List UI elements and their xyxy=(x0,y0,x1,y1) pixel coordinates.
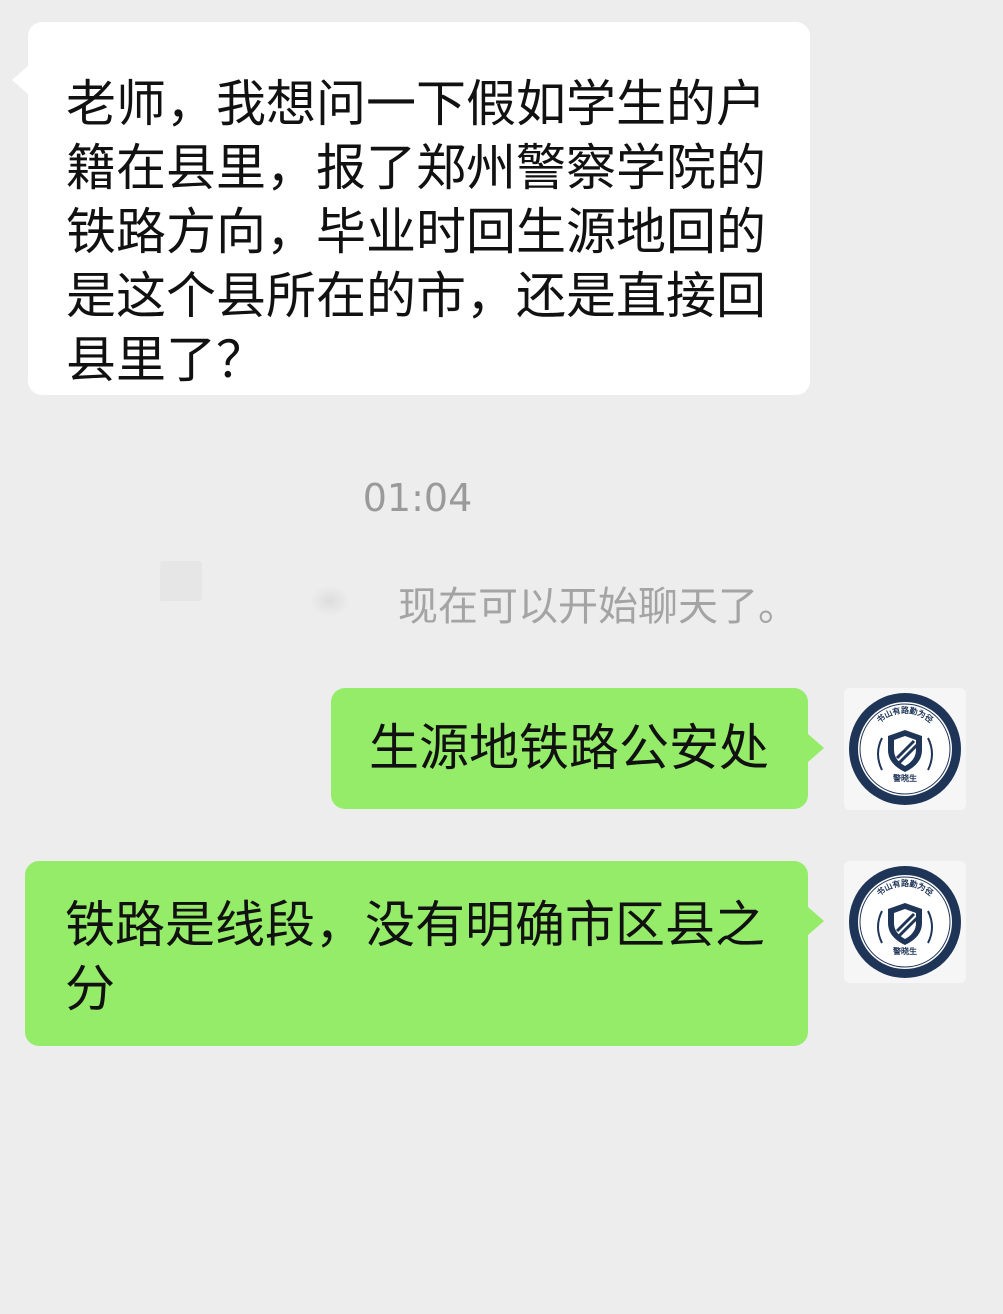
outgoing-message-text: 铁路是线段，没有明确市区县之分 xyxy=(65,896,765,1018)
police-shield-logo-icon: 书山有路勤为径 警晓生 xyxy=(849,693,961,805)
avatar-bottom-text: 警晓生 xyxy=(892,946,917,956)
police-shield-logo-icon: 书山有路勤为径 警晓生 xyxy=(849,866,961,978)
avatar[interactable]: 书山有路勤为径 警晓生 xyxy=(844,861,966,983)
blurred-emoji-icon xyxy=(311,586,349,616)
outgoing-message-bubble[interactable]: 铁路是线段，没有明确市区县之分 xyxy=(25,861,824,1046)
incoming-message-bubble[interactable]: 老师，我想问一下假如学生的户籍在县里，报了郑州警察学院的铁路方向，毕业时回生源地… xyxy=(12,22,810,395)
avatar[interactable]: 书山有路勤为径 警晓生 xyxy=(844,688,966,810)
avatar-bottom-text: 警晓生 xyxy=(892,773,917,783)
system-notice-text: 现在可以开始聊天了。 xyxy=(398,584,798,630)
blurred-avatar-icon xyxy=(160,561,202,601)
outgoing-message-bubble[interactable]: 生源地铁路公安处 xyxy=(331,688,824,809)
message-timestamp: 01:04 xyxy=(362,476,473,520)
incoming-message-text: 老师，我想问一下假如学生的户籍在县里，报了郑州警察学院的铁路方向，毕业时回生源地… xyxy=(66,75,766,389)
outgoing-message-text: 生源地铁路公安处 xyxy=(369,719,769,777)
